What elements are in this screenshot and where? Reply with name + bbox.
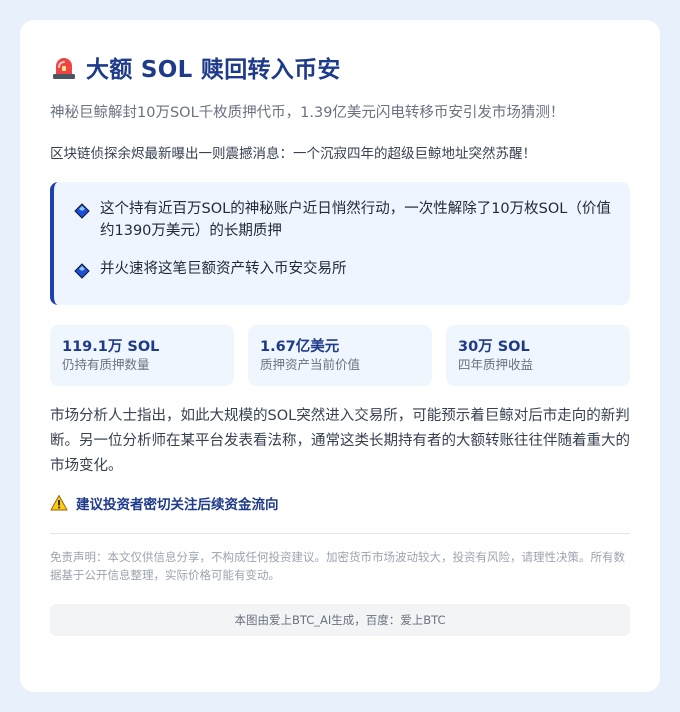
stat-value: 119.1万 SOL	[62, 339, 160, 355]
stat-card-value: 1.67亿美元 质押资产当前价值	[248, 325, 432, 386]
stats-row: 119.1万 SOL 仍持有质押数量 1.67亿美元 质押资产当前价值 30万 …	[50, 325, 630, 386]
intro-paragraph: 区块链侦探余烬最新曝出一则震撼消息：一个沉寂四年的超级巨鲸地址突然苏醒！	[50, 146, 536, 162]
page-title: 大额 SOL 赎回转入币安	[86, 57, 341, 83]
divider	[50, 533, 630, 534]
highlight-item: 这个持有近百万SOL的神秘账户近日悄然行动，一次性解除了10万枚SOL（价值约1…	[74, 198, 614, 242]
footer-credit: 本图由爱上BTC_AI生成，百度：爱上BTC	[50, 604, 630, 636]
highlight-text: 并火速将这笔巨额资产转入币安交易所	[100, 261, 347, 277]
stat-label: 仍持有质押数量	[62, 357, 150, 372]
title-row: 大额 SOL 赎回转入币安	[50, 50, 630, 84]
analysis-paragraph: 市场分析人士指出，如此大规模的SOL突然进入交易所，可能预示着巨鲸对后市走向的新…	[50, 408, 630, 474]
page-subtitle: 神秘巨鲸解封10万SOL千枚质押代币，1.39亿美元闪电转移币安引发市场猜测！	[50, 105, 565, 121]
stat-value: 1.67亿美元	[260, 339, 340, 355]
disclaimer: 免责声明：本文仅供信息分享，不构成任何投资建议。加密货币市场波动较大，投资有风险…	[50, 550, 625, 582]
highlight-item: 并火速将这笔巨额资产转入币安交易所	[74, 258, 614, 280]
highlight-text: 这个持有近百万SOL的神秘账户近日悄然行动，一次性解除了10万枚SOL（价值约1…	[100, 201, 611, 239]
stat-value: 30万 SOL	[458, 339, 530, 355]
warning-icon	[50, 495, 68, 511]
siren-icon	[53, 58, 75, 79]
blue-diamond-icon	[74, 203, 90, 219]
stat-label: 四年质押收益	[458, 357, 534, 372]
stat-card-holdings: 119.1万 SOL 仍持有质押数量	[50, 325, 234, 386]
advice-text: 建议投资者密切关注后续资金流向	[76, 497, 279, 513]
blue-diamond-icon	[74, 263, 90, 279]
advice-line: 建议投资者密切关注后续资金流向	[50, 493, 630, 513]
stat-card-rewards: 30万 SOL 四年质押收益	[446, 325, 630, 386]
highlight-box: 这个持有近百万SOL的神秘账户近日悄然行动，一次性解除了10万枚SOL（价值约1…	[50, 182, 630, 305]
article-card: 大额 SOL 赎回转入币安 神秘巨鲸解封10万SOL千枚质押代币，1.39亿美元…	[20, 20, 660, 692]
stat-label: 质押资产当前价值	[260, 357, 361, 372]
